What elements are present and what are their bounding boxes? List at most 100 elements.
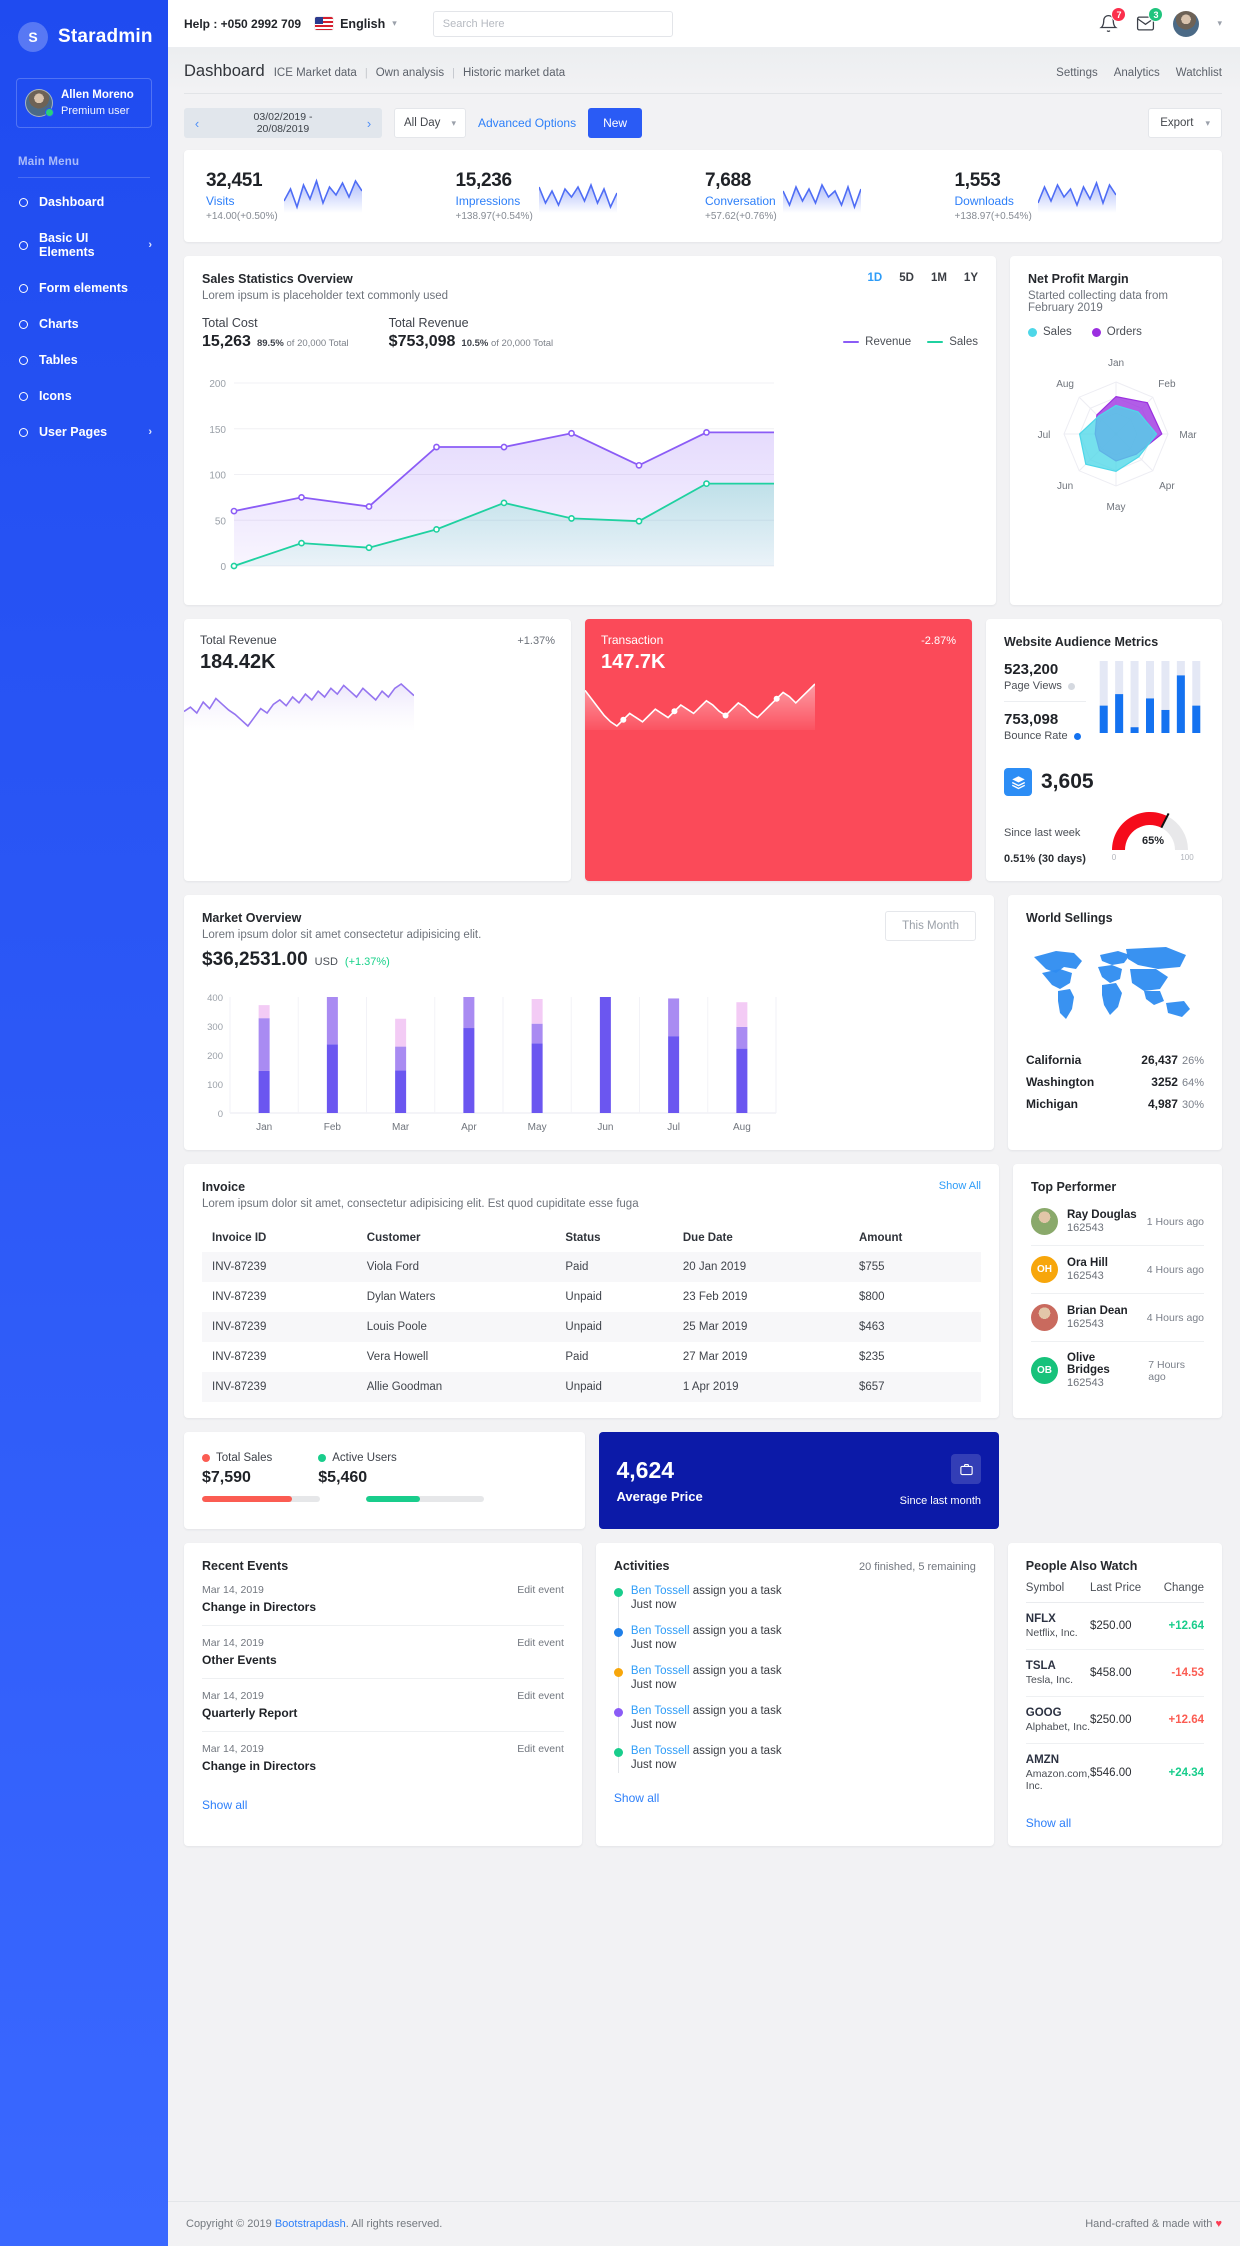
audience-card: Website Audience Metrics 523,200 Page Vi…	[986, 619, 1222, 881]
messages-button[interactable]: 3	[1136, 7, 1164, 33]
transaction-tile-change: -2.87%	[921, 635, 956, 647]
brand[interactable]: S Staradmin	[0, 0, 168, 78]
performer-initials: OH	[1031, 1256, 1058, 1283]
menu-section-label: Main Menu	[18, 156, 80, 169]
sidebar-item-tables[interactable]: Tables	[0, 342, 168, 378]
kpi-rev-label: Total Revenue	[388, 316, 469, 330]
activity-bullet-icon	[613, 1588, 623, 1597]
event-row: Mar 14, 2019 Edit event Change in Director…	[202, 1573, 564, 1626]
activities-show-all[interactable]: Show all	[614, 1791, 659, 1805]
export-button[interactable]: Export ▾	[1148, 108, 1222, 138]
activity-user[interactable]: Ben Tossell	[631, 1585, 690, 1597]
svg-text:Mar: Mar	[1179, 430, 1197, 441]
search-input[interactable]	[432, 10, 673, 37]
kpi-cost-label: Total Cost	[202, 316, 258, 330]
bounce-rate-dot	[1073, 732, 1081, 740]
invoice-cell: INV-87239	[212, 1291, 267, 1303]
event-edit-link[interactable]: Edit event	[517, 1584, 564, 1596]
performer-row[interactable]: OB Olive Bridges 162543 7 Hours ago	[1031, 1342, 1204, 1399]
period-select[interactable]: All Day ▾	[394, 108, 466, 138]
range-tab-1m[interactable]: 1M	[931, 272, 947, 284]
breadcrumb-item[interactable]: Historic market data	[463, 67, 565, 79]
topbar: Help : +050 2992 709 English ▾ 7	[168, 0, 1240, 48]
svg-text:Mar: Mar	[392, 1122, 410, 1133]
breadcrumb-item[interactable]: Own analysis	[376, 67, 444, 79]
total-sales-value: $7,590	[202, 1469, 251, 1486]
activity-user[interactable]: Ben Tossell	[631, 1625, 690, 1637]
watch-show-all[interactable]: Show all	[1026, 1816, 1071, 1830]
notifications-button[interactable]: 7	[1099, 7, 1127, 33]
this-month-button[interactable]: This Month	[885, 911, 976, 941]
activity-user[interactable]: Ben Tossell	[631, 1705, 690, 1717]
stat-delta: +138.97(+0.54%)	[954, 211, 1032, 222]
svg-text:Jan: Jan	[1108, 358, 1124, 369]
sales-area-chart: 0 50 100 150 200	[184, 367, 996, 605]
performer-row[interactable]: Brian Dean 162543 4 Hours ago	[1031, 1294, 1204, 1342]
event-edit-link[interactable]: Edit event	[517, 1743, 564, 1755]
total-sales-label: Total Sales	[216, 1452, 273, 1464]
performer-row[interactable]: OH Ora Hill 162543 4 Hours ago	[1031, 1246, 1204, 1294]
watch-company: Tesla, Inc.	[1025, 1674, 1074, 1686]
activity-text: assign you a task	[689, 1585, 782, 1597]
date-range-picker[interactable]: ‹ 03/02/2019 - 20/08/2019 ›	[184, 108, 382, 138]
stat-value: 7,688	[705, 170, 752, 191]
breadcrumb-item[interactable]: ICE Market data	[274, 67, 357, 79]
user-avatar[interactable]	[1173, 10, 1200, 37]
svg-text:100: 100	[1180, 853, 1194, 862]
advanced-options-link[interactable]: Advanced Options	[478, 116, 576, 130]
range-tab-5d[interactable]: 5D	[899, 272, 914, 284]
activity-user[interactable]: Ben Tossell	[631, 1745, 690, 1757]
header-link-watchlist[interactable]: Watchlist	[1176, 67, 1222, 79]
footer-copyright: Copyright © 2019 Bootstrapdash. All righ…	[186, 2218, 442, 2230]
svg-text:Jul: Jul	[667, 1122, 680, 1133]
sidebar-item-icons[interactable]: Icons	[0, 378, 168, 414]
sidebar-item-dashboard[interactable]: Dashboard	[0, 184, 168, 220]
footer-link[interactable]: Bootstrapdash	[275, 2218, 346, 2230]
average-price-value: 4,624	[616, 1457, 675, 1483]
date-next-icon[interactable]: ›	[356, 116, 382, 131]
event-edit-link[interactable]: Edit event	[517, 1637, 564, 1649]
market-amount: $36,2531.00	[202, 949, 308, 970]
header-link-settings[interactable]: Settings	[1056, 67, 1098, 79]
user-menu-chevron-icon[interactable]: ▾	[1217, 18, 1222, 29]
activity-user[interactable]: Ben Tossell	[631, 1665, 690, 1677]
revenue-tile-change: +1.37%	[517, 635, 555, 647]
invoice-cell: Paid	[565, 1261, 589, 1273]
legend-label: Sales	[1043, 326, 1072, 338]
transaction-sparkline	[585, 674, 972, 730]
activities-timeline	[617, 1591, 620, 1773]
event-edit-link[interactable]: Edit event	[517, 1690, 564, 1702]
sales-subtitle: Lorem ipsum is placeholder text commonly…	[202, 290, 449, 302]
counter-label: Since last week	[1004, 827, 1081, 839]
average-price-label: Average Price	[616, 1489, 703, 1504]
legend-label: Sales	[949, 336, 978, 348]
performer-row[interactable]: Ray Douglas 162543 1 Hours ago	[1031, 1198, 1204, 1246]
sidebar-item-form-elements[interactable]: Form elements	[0, 270, 168, 306]
stat-sparkline	[1037, 177, 1117, 216]
language-selector[interactable]: English ▾	[315, 17, 397, 31]
date-prev-icon[interactable]: ‹	[184, 116, 210, 131]
header-link-analytics[interactable]: Analytics	[1114, 67, 1160, 79]
sidebar-profile[interactable]: Allen Moreno Premium user	[16, 78, 152, 129]
sidebar-item-user-pages[interactable]: User Pages ›	[0, 414, 168, 450]
range-tab-1d[interactable]: 1D	[868, 272, 883, 284]
svg-text:May: May	[528, 1122, 547, 1133]
breadcrumb: ICE Market data | Own analysis | Historic ma…	[274, 67, 565, 79]
tiles-group: Total Revenue +1.37% 184.42K Transaction…	[184, 619, 972, 881]
sidebar-item-charts[interactable]: Charts	[0, 306, 168, 342]
row-bottom: Recent Events Mar 14, 2019 Edit event Chan…	[184, 1543, 1222, 1846]
sales-legend: Revenue Sales	[843, 336, 978, 351]
totals-group: Total Sales $7,590 Active Users $5,460 4…	[184, 1432, 999, 1529]
active-users-value: $5,460	[318, 1469, 368, 1486]
world-pct: 30%	[1181, 1099, 1204, 1111]
invoice-show-all[interactable]: Show All	[939, 1180, 981, 1192]
sidebar-item-basic-ui-elements[interactable]: Basic UI Elements ›	[0, 220, 168, 270]
legend-dot	[1091, 327, 1101, 337]
invoice-cell: INV-87239	[212, 1381, 267, 1393]
brand-logo-icon: S	[18, 22, 48, 52]
kpi-cost-value: 15,263	[202, 333, 251, 350]
activity-time: Just now	[630, 1719, 677, 1731]
events-show-all[interactable]: Show all	[202, 1798, 247, 1812]
new-button[interactable]: New	[588, 108, 643, 138]
range-tab-1y[interactable]: 1Y	[964, 272, 978, 284]
